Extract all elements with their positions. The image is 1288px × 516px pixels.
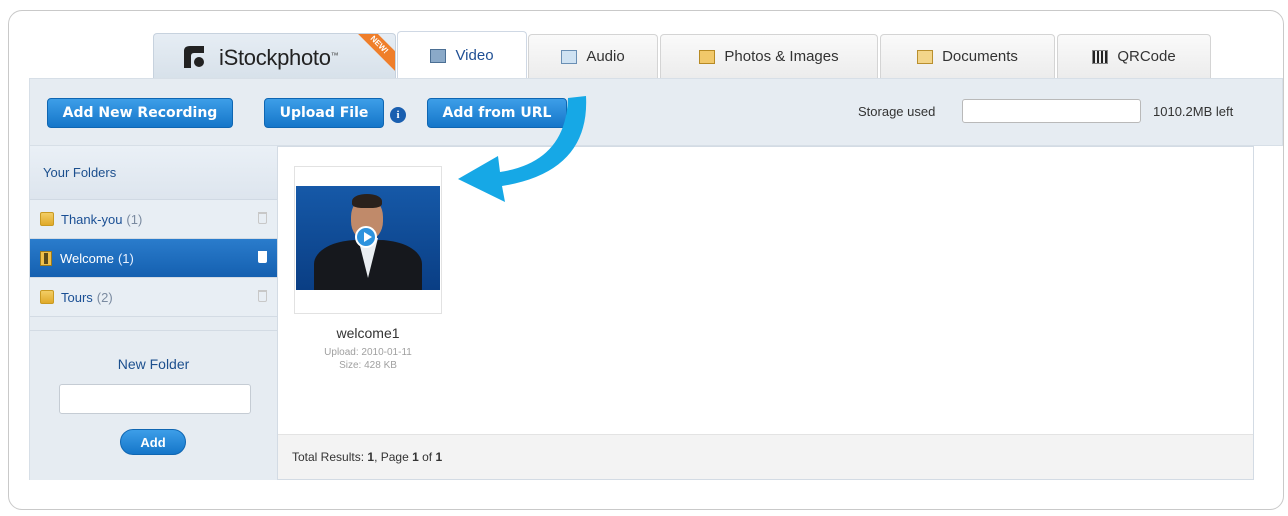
storage-meter [962, 99, 1141, 123]
footer-page-text: , Page [374, 450, 413, 464]
tab-label: QRCode [1117, 48, 1176, 65]
folder-count: (2) [96, 289, 113, 305]
folder-name: Tours [61, 289, 93, 305]
document-icon [917, 49, 934, 64]
folder-item-thank-you[interactable]: Thank-you (1) [30, 200, 277, 239]
trash-icon[interactable] [258, 212, 267, 224]
photo-icon [699, 49, 716, 64]
film-icon [430, 48, 447, 63]
thumbnail-hair [352, 194, 382, 208]
new-badge: NEW! [352, 34, 395, 72]
brand-tab[interactable]: iStockphoto™ NEW! [153, 33, 396, 79]
current-page: 1 [412, 450, 419, 464]
folders-sidebar: Your Folders Thank-you (1) Welcome (1) T… [29, 146, 289, 481]
folder-item-tours[interactable]: Tours (2) [30, 278, 277, 317]
new-folder-label: New Folder [117, 356, 190, 372]
footer-of-text: of [418, 450, 436, 464]
info-icon[interactable]: i [390, 107, 406, 123]
film-folder-icon [40, 250, 52, 266]
tab-label: Audio [586, 48, 625, 65]
folder-name: Welcome [60, 250, 114, 266]
media-upload-date: Upload: 2010-01-11 [324, 347, 412, 358]
video-thumbnail[interactable] [296, 186, 440, 290]
media-size: Size: 428 KB [339, 360, 397, 371]
folder-icon [40, 212, 54, 226]
tab-photos[interactable]: Photos & Images [660, 34, 878, 78]
new-folder-input[interactable] [59, 384, 251, 414]
results-footer: Total Results: 1, Page 1 of 1 [278, 434, 1253, 479]
pointer-arrow-icon [458, 96, 587, 202]
qrcode-icon [1092, 49, 1109, 64]
folder-count: (1) [126, 211, 143, 227]
tab-label: Video [455, 47, 494, 64]
tab-qrcode[interactable]: QRCode [1057, 34, 1211, 78]
footer-prefix: Total Results: [292, 450, 368, 464]
tab-video[interactable]: Video [397, 31, 527, 79]
folder-count: (1) [117, 250, 134, 266]
storage-remaining: 1010.2MB left [1153, 104, 1234, 119]
storage-label: Storage used [858, 104, 936, 119]
trash-icon[interactable] [258, 290, 267, 302]
play-icon[interactable] [355, 226, 377, 248]
add-folder-button[interactable]: Add [120, 429, 186, 455]
audio-icon [561, 49, 578, 64]
trash-icon[interactable] [258, 251, 267, 263]
tab-documents[interactable]: Documents [880, 34, 1055, 78]
total-pages: 1 [435, 450, 443, 464]
brand-name: iStockphoto™ [219, 45, 339, 70]
media-card[interactable] [294, 166, 442, 314]
folder-icon [40, 290, 54, 304]
tab-label: Photos & Images [724, 48, 839, 65]
add-new-recording-button[interactable]: Add New Recording [47, 98, 233, 128]
folder-item-welcome[interactable]: Welcome (1) [30, 239, 289, 278]
folder-name: Thank-you [61, 211, 123, 227]
tab-label: Documents [942, 48, 1018, 65]
upload-file-button[interactable]: Upload File [264, 98, 384, 128]
media-grid: welcome1 Upload: 2010-01-11 Size: 428 KB… [277, 146, 1254, 480]
tab-audio[interactable]: Audio [528, 34, 658, 78]
istockphoto-logo-icon [184, 46, 204, 68]
media-title[interactable]: welcome1 [294, 325, 442, 341]
new-folder-panel: New Folder Add [30, 330, 277, 481]
folders-heading: Your Folders [30, 146, 277, 200]
